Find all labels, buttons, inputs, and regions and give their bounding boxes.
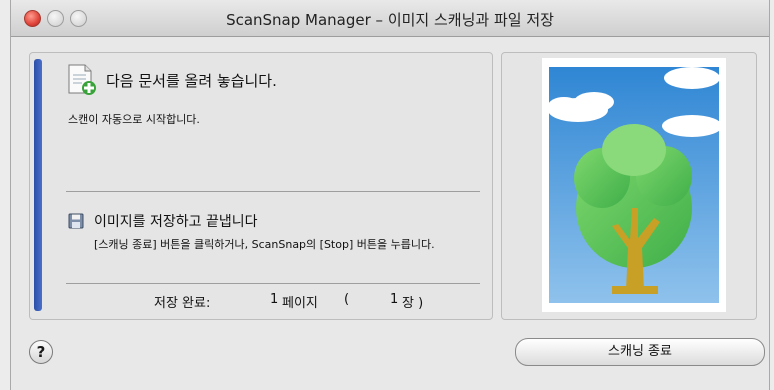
window-title: ScanSnap Manager – 이미지 스캐닝과 파일 저장 [226,11,554,29]
instructions-panel: 다음 문서를 올려 놓습니다. 스캔이 자동으로 시작합니다. 이미지를 저장하… [29,52,493,320]
document-add-icon [68,64,96,95]
help-icon[interactable]: ? [29,340,53,364]
divider [66,191,480,192]
floppy-disk-icon [68,213,84,229]
save-heading: 이미지를 저장하고 끝냅니다 [94,214,258,230]
paren-open: ( [344,292,350,307]
preview-panel [501,52,757,320]
save-row: 이미지를 저장하고 끝냅니다 [68,211,257,231]
end-scanning-button[interactable]: 스캐닝 종료 [515,338,765,366]
load-document-row: 다음 문서를 올려 놓습니다. [66,63,277,97]
divider [66,283,480,284]
sheets-count: 1 [390,292,399,307]
save-description: [스캐닝 종료] 버튼을 클릭하거나, ScanSnap의 [Stop] 버튼을… [94,238,435,251]
auto-scan-note: 스캔이 자동으로 시작합니다. [68,113,200,126]
pages-unit: 페이지 [282,296,318,311]
title-bar: ScanSnap Manager – 이미지 스캐닝과 파일 저장 [11,0,769,37]
save-status: 저장 완료: 1 페이지 ( 1 장 ) [154,292,423,311]
progress-stripe [34,59,42,311]
status-label: 저장 완료: [154,296,211,311]
scan-preview-image [542,58,726,312]
pages-count: 1 [270,292,279,307]
scan-window: ScanSnap Manager – 이미지 스캐닝과 파일 저장 다음 문서를… [10,0,770,390]
sheets-unit: 장 ) [402,296,424,311]
load-document-heading: 다음 문서를 올려 놓습니다. [106,71,277,90]
